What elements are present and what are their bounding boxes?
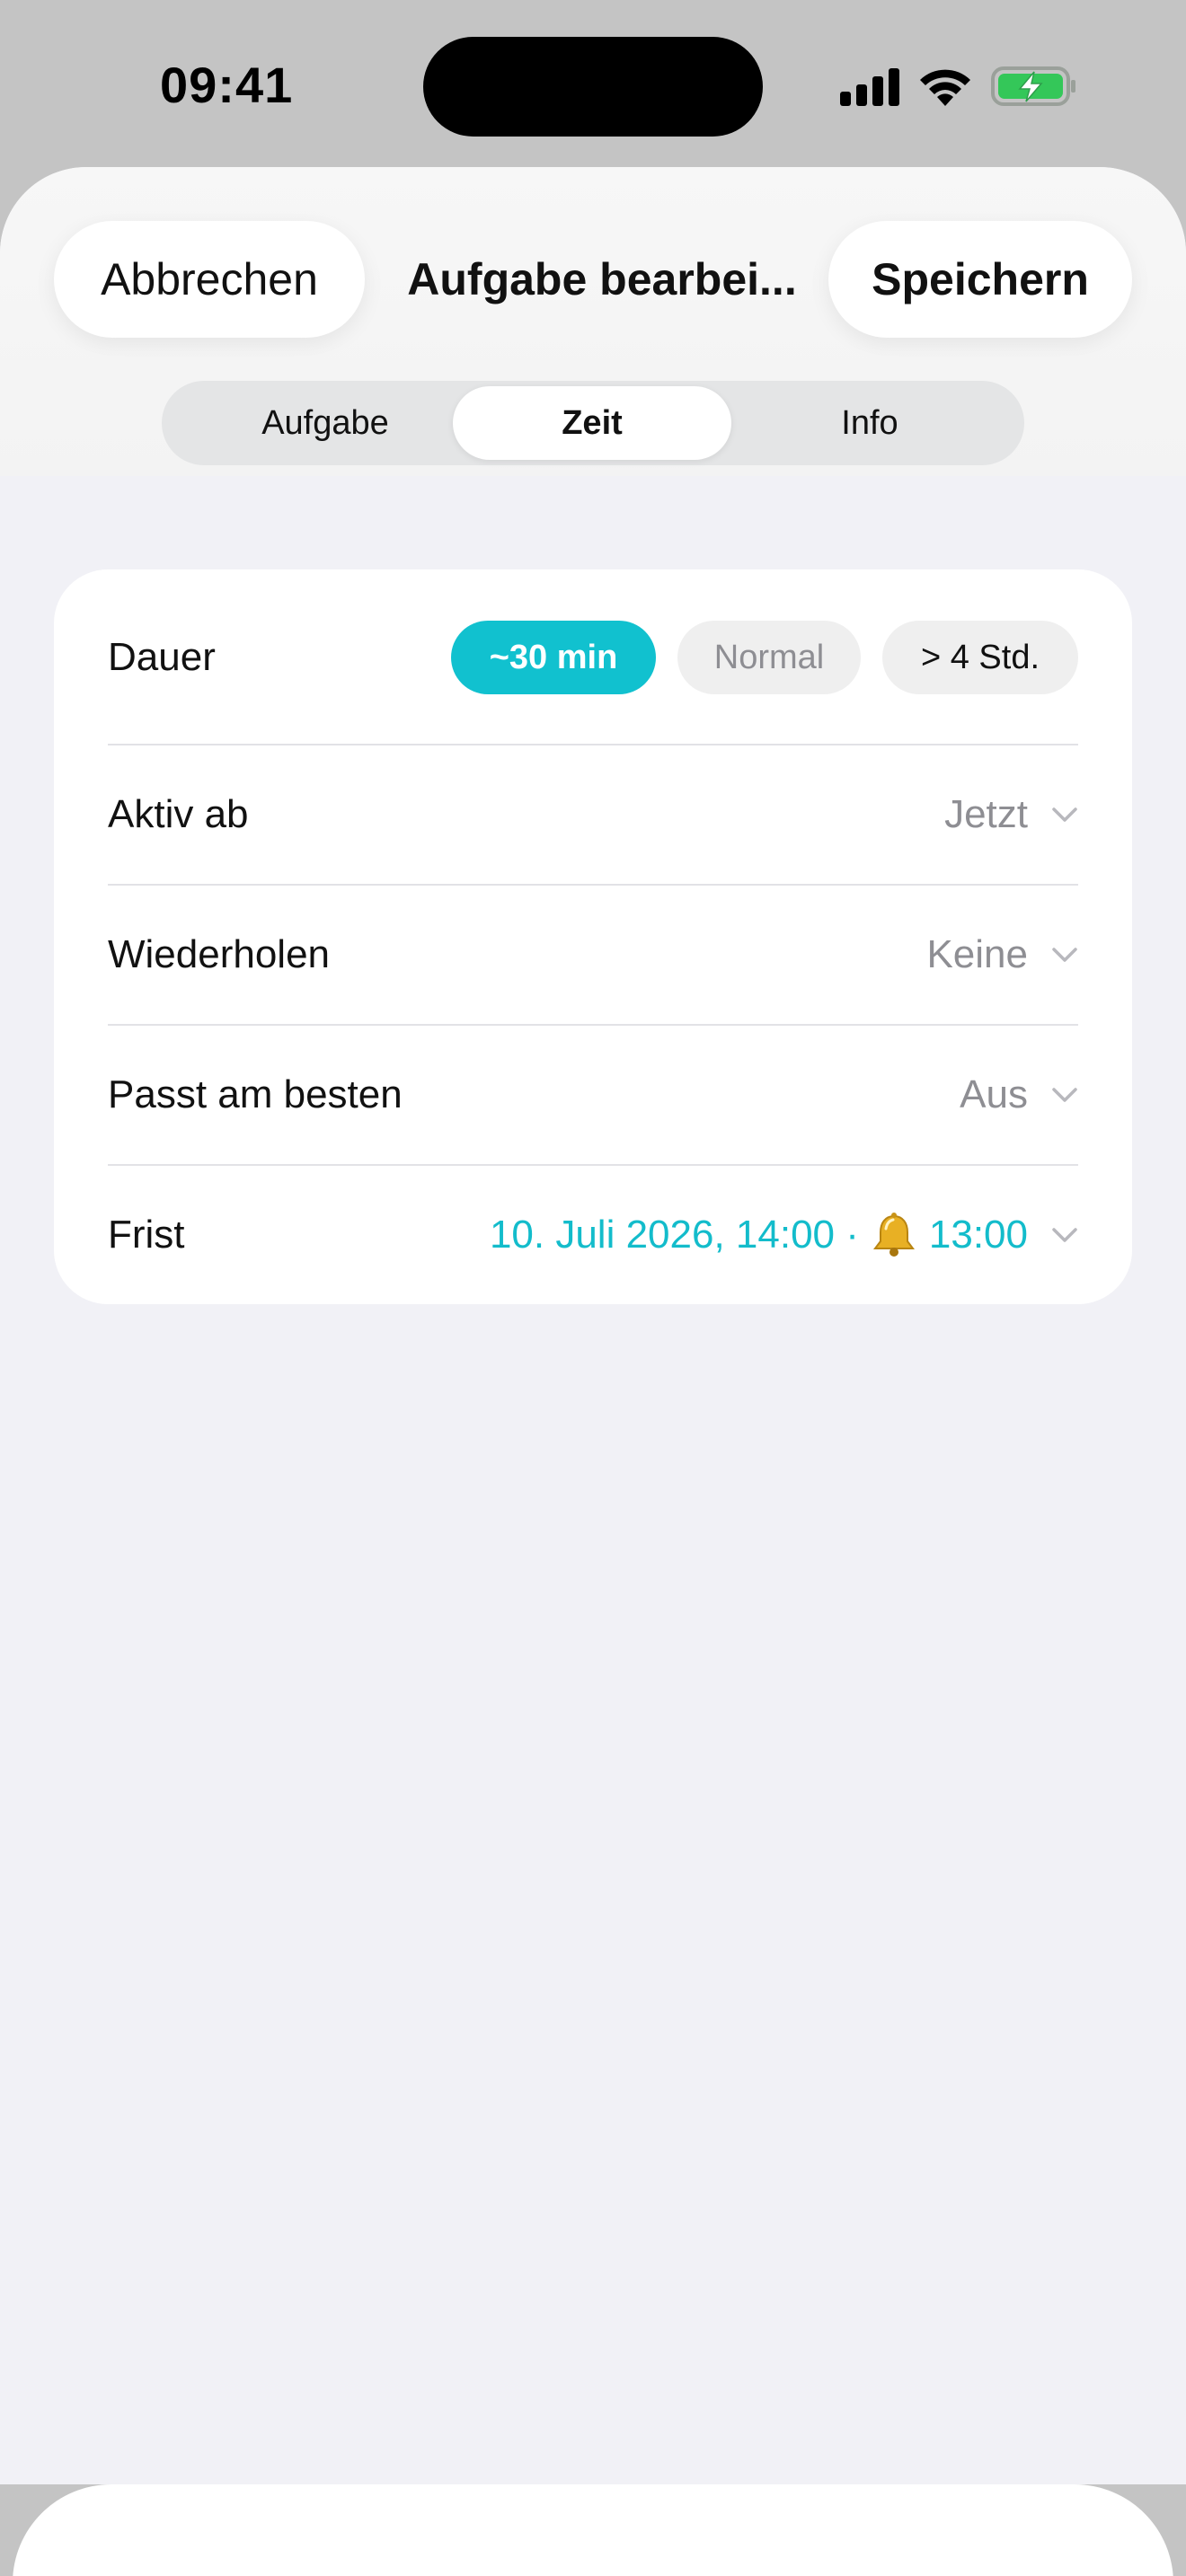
save-button[interactable]: Speichern bbox=[828, 221, 1132, 338]
chevron-down-icon bbox=[1052, 1088, 1077, 1102]
deadline-reminder-time: 13:00 bbox=[928, 1213, 1028, 1257]
sheet-title: Aufgabe bearbei... bbox=[407, 254, 797, 304]
duration-option-30min[interactable]: ~30 min bbox=[451, 621, 656, 694]
wifi-icon bbox=[920, 69, 970, 106]
duration-row: Dauer ~30 min Normal > 4 Std. bbox=[108, 569, 1078, 745]
tab-zeit[interactable]: Zeit bbox=[453, 386, 731, 460]
battery-charging-icon bbox=[991, 66, 1075, 106]
active-from-label: Aktiv ab bbox=[108, 792, 249, 836]
segmented-control: Aufgabe Zeit Info bbox=[162, 381, 1024, 465]
duration-options: ~30 min Normal > 4 Std. bbox=[451, 621, 1078, 694]
best-fit-picker[interactable]: Aus bbox=[960, 1072, 1078, 1117]
bottom-sheet-edge bbox=[13, 2484, 1173, 2576]
cancel-button[interactable]: Abbrechen bbox=[54, 221, 365, 338]
tab-aufgabe[interactable]: Aufgabe bbox=[186, 386, 465, 460]
best-fit-label: Passt am besten bbox=[108, 1072, 403, 1116]
signal-icon bbox=[840, 68, 899, 106]
repeat-picker[interactable]: Keine bbox=[926, 932, 1078, 977]
duration-label: Dauer bbox=[108, 635, 216, 679]
repeat-label: Wiederholen bbox=[108, 932, 331, 976]
duration-option-normal[interactable]: Normal bbox=[677, 621, 861, 694]
duration-option-4h[interactable]: > 4 Std. bbox=[882, 621, 1078, 694]
status-time: 09:41 bbox=[160, 57, 294, 113]
active-from-value: Jetzt bbox=[944, 792, 1028, 836]
dynamic-island bbox=[423, 37, 763, 137]
deadline-row[interactable]: Frist 10. Juli 2026, 14:00 · 13:00 bbox=[108, 1166, 1078, 1304]
chevron-down-icon bbox=[1052, 807, 1077, 822]
sheet-header: Abbrechen Aufgabe bearbei... Speichern A… bbox=[0, 167, 1186, 476]
deadline-picker[interactable]: 10. Juli 2026, 14:00 · 13:00 bbox=[490, 1211, 1078, 1259]
active-from-row[interactable]: Aktiv ab Jetzt bbox=[108, 745, 1078, 884]
active-from-picker[interactable]: Jetzt bbox=[944, 792, 1078, 837]
chevron-down-icon bbox=[1052, 948, 1077, 962]
tab-info[interactable]: Info bbox=[730, 386, 1009, 460]
deadline-date: 10. Juli 2026, 14:00 · bbox=[489, 1213, 859, 1257]
edit-task-sheet: Abbrechen Aufgabe bearbei... Speichern A… bbox=[0, 167, 1186, 2484]
deadline-value: 10. Juli 2026, 14:00 · 13:00 bbox=[490, 1211, 1028, 1259]
best-fit-value: Aus bbox=[960, 1072, 1028, 1116]
repeat-value: Keine bbox=[926, 932, 1028, 976]
deadline-label: Frist bbox=[108, 1213, 185, 1257]
status-bar: 09:41 bbox=[0, 0, 1186, 167]
chevron-down-icon bbox=[1052, 1228, 1077, 1242]
bell-icon bbox=[872, 1213, 915, 1257]
repeat-row[interactable]: Wiederholen Keine bbox=[108, 886, 1078, 1024]
best-fit-row[interactable]: Passt am besten Aus bbox=[108, 1026, 1078, 1164]
time-settings-card: Dauer ~30 min Normal > 4 Std. Aktiv ab J… bbox=[54, 569, 1132, 1304]
